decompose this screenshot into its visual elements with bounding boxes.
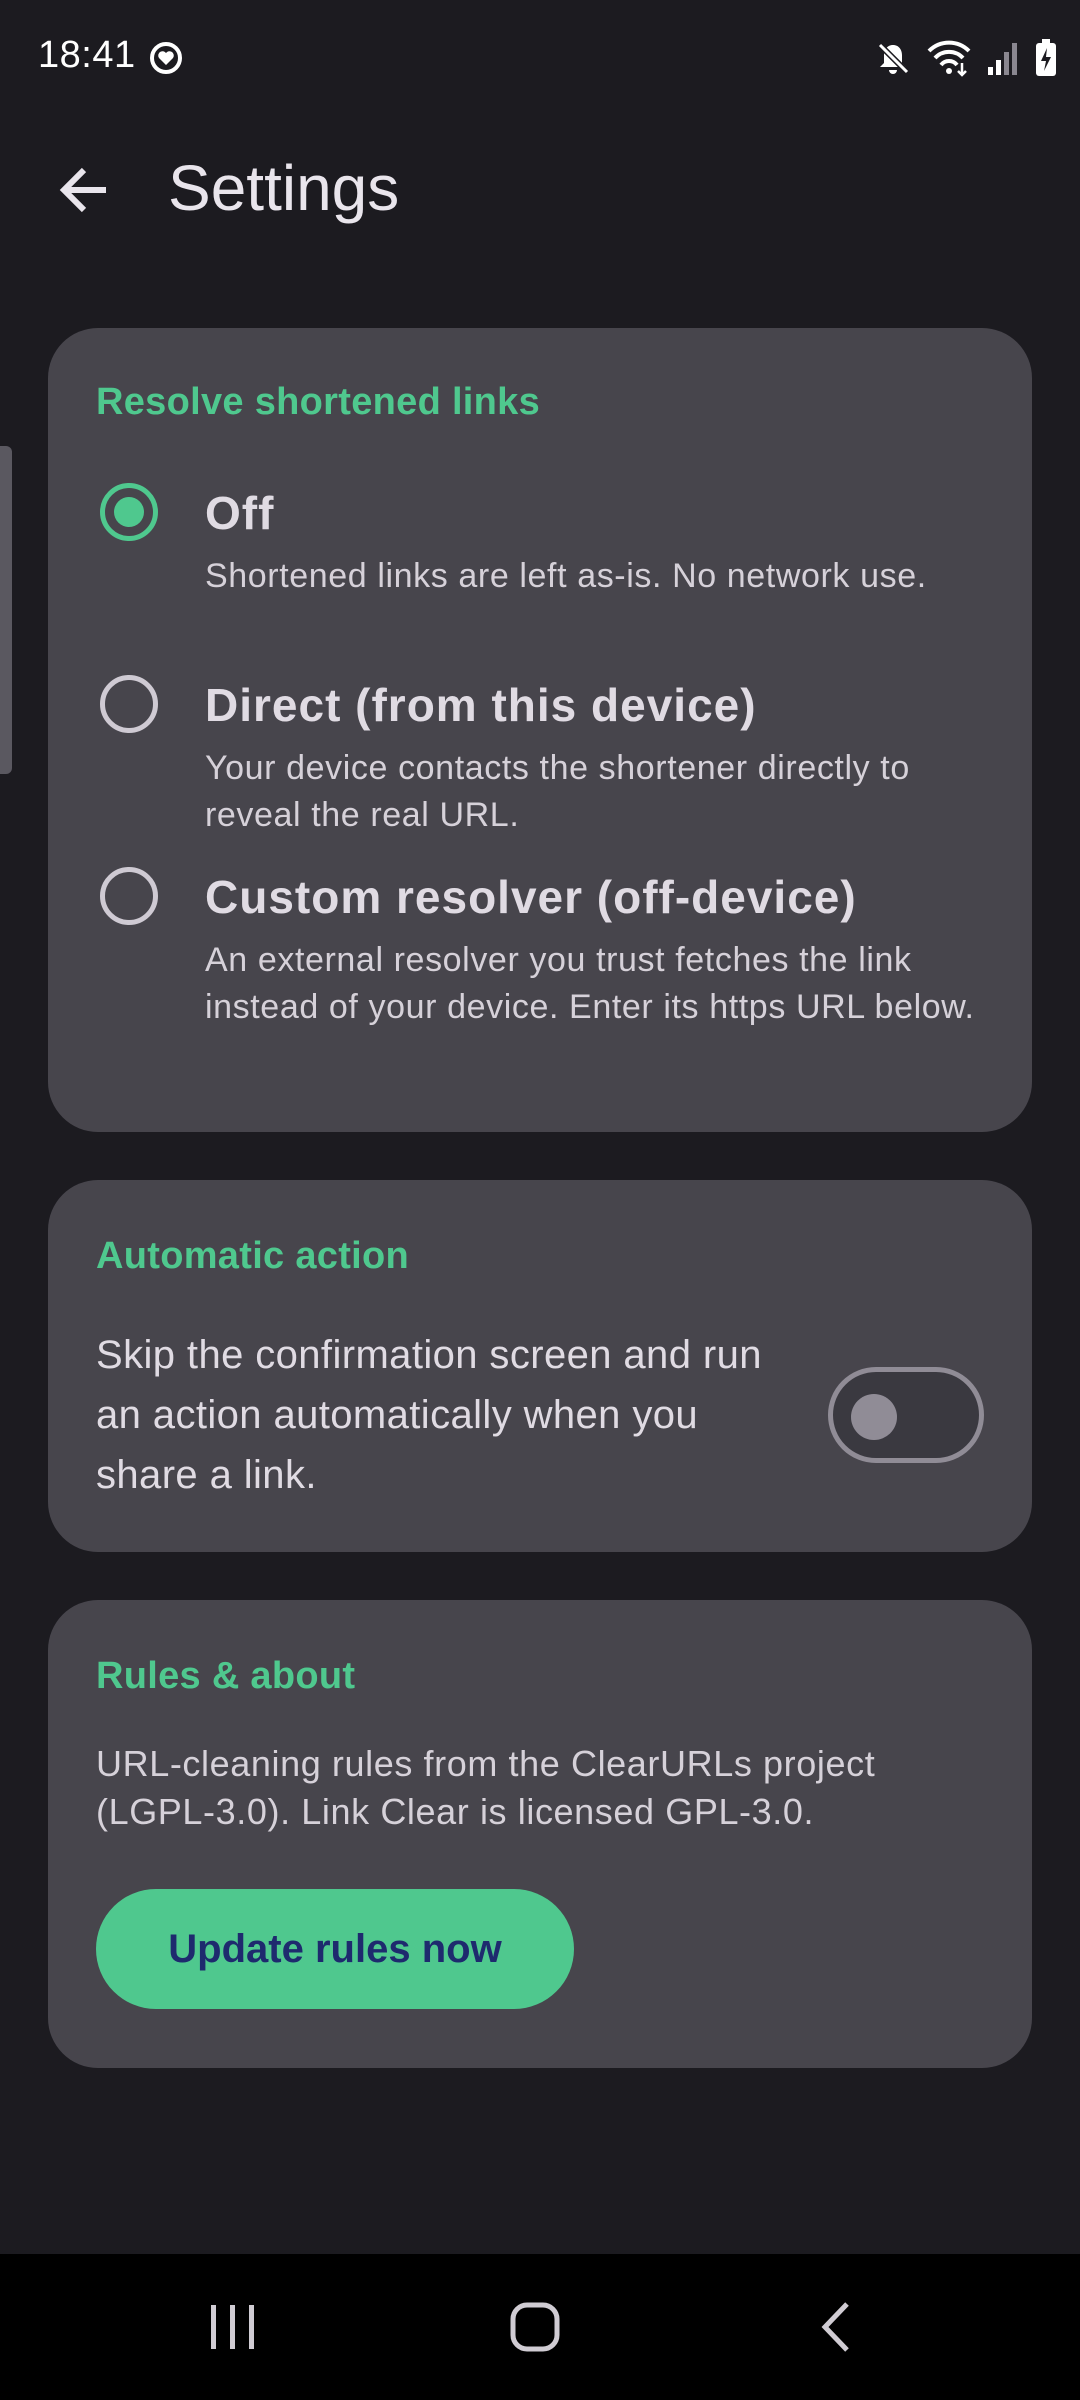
update-rules-button[interactable]: Update rules now — [96, 1889, 574, 2009]
card-title: Resolve shortened links — [96, 381, 541, 423]
radio-button-custom[interactable] — [100, 867, 158, 925]
wifi-icon — [927, 40, 971, 77]
recent-apps-icon — [211, 2305, 254, 2349]
home-button[interactable] — [455, 2254, 615, 2400]
card-title: Automatic action — [96, 1235, 410, 1277]
radio-description: Shortened links are left as-is. No netwo… — [205, 557, 927, 595]
back-button[interactable] — [40, 146, 128, 234]
home-icon — [510, 2302, 560, 2352]
rules-about-card: Rules & about URL-cleaning rules from th… — [48, 1600, 1032, 2068]
radio-button-direct[interactable] — [100, 675, 158, 733]
radio-label: Custom resolver (off-device) — [205, 871, 857, 923]
status-bar: 18:41 — [0, 0, 1080, 118]
automatic-action-switch[interactable] — [828, 1367, 984, 1463]
page-title: Settings — [168, 152, 400, 224]
recent-apps-button[interactable] — [153, 2254, 313, 2400]
radio-option-custom[interactable]: Custom resolver (off-device) An external… — [48, 860, 1032, 1100]
rules-description: URL-cleaning rules from the ClearURLs pr… — [96, 1743, 876, 1832]
radio-description: Your device contacts the shortener direc… — [205, 749, 910, 834]
app-bar: Settings — [0, 118, 1080, 250]
nav-back-button[interactable] — [757, 2254, 917, 2400]
signal-icon — [988, 43, 1017, 75]
back-icon — [821, 2302, 849, 2352]
automatic-action-card: Automatic action Skip the confirmation s… — [48, 1180, 1032, 1552]
arrow-left-icon — [59, 167, 106, 213]
switch-thumb — [851, 1394, 897, 1440]
radio-label: Off — [205, 487, 275, 539]
radio-label: Direct (from this device) — [205, 679, 757, 731]
status-icons — [874, 36, 1058, 80]
card-title: Rules & about — [96, 1655, 356, 1697]
radio-option-direct[interactable]: Direct (from this device) Your device co… — [48, 668, 1032, 848]
status-time: 18:41 — [38, 34, 136, 76]
radio-description: An external resolver you trust fetches t… — [205, 941, 975, 1026]
edge-panel-handle[interactable] — [0, 446, 12, 774]
battery-charging-icon — [1036, 39, 1056, 76]
automatic-action-description: Skip the confirmation screen and run an … — [96, 1333, 762, 1497]
radio-button-off[interactable] — [100, 483, 158, 541]
mute-icon — [877, 42, 910, 75]
navigation-bar — [0, 2254, 1080, 2400]
resolve-links-card: Resolve shortened links Off Shortened li… — [48, 328, 1032, 1132]
radio-option-off[interactable]: Off Shortened links are left as-is. No n… — [48, 476, 1032, 656]
heart-in-circle-icon — [150, 42, 182, 74]
